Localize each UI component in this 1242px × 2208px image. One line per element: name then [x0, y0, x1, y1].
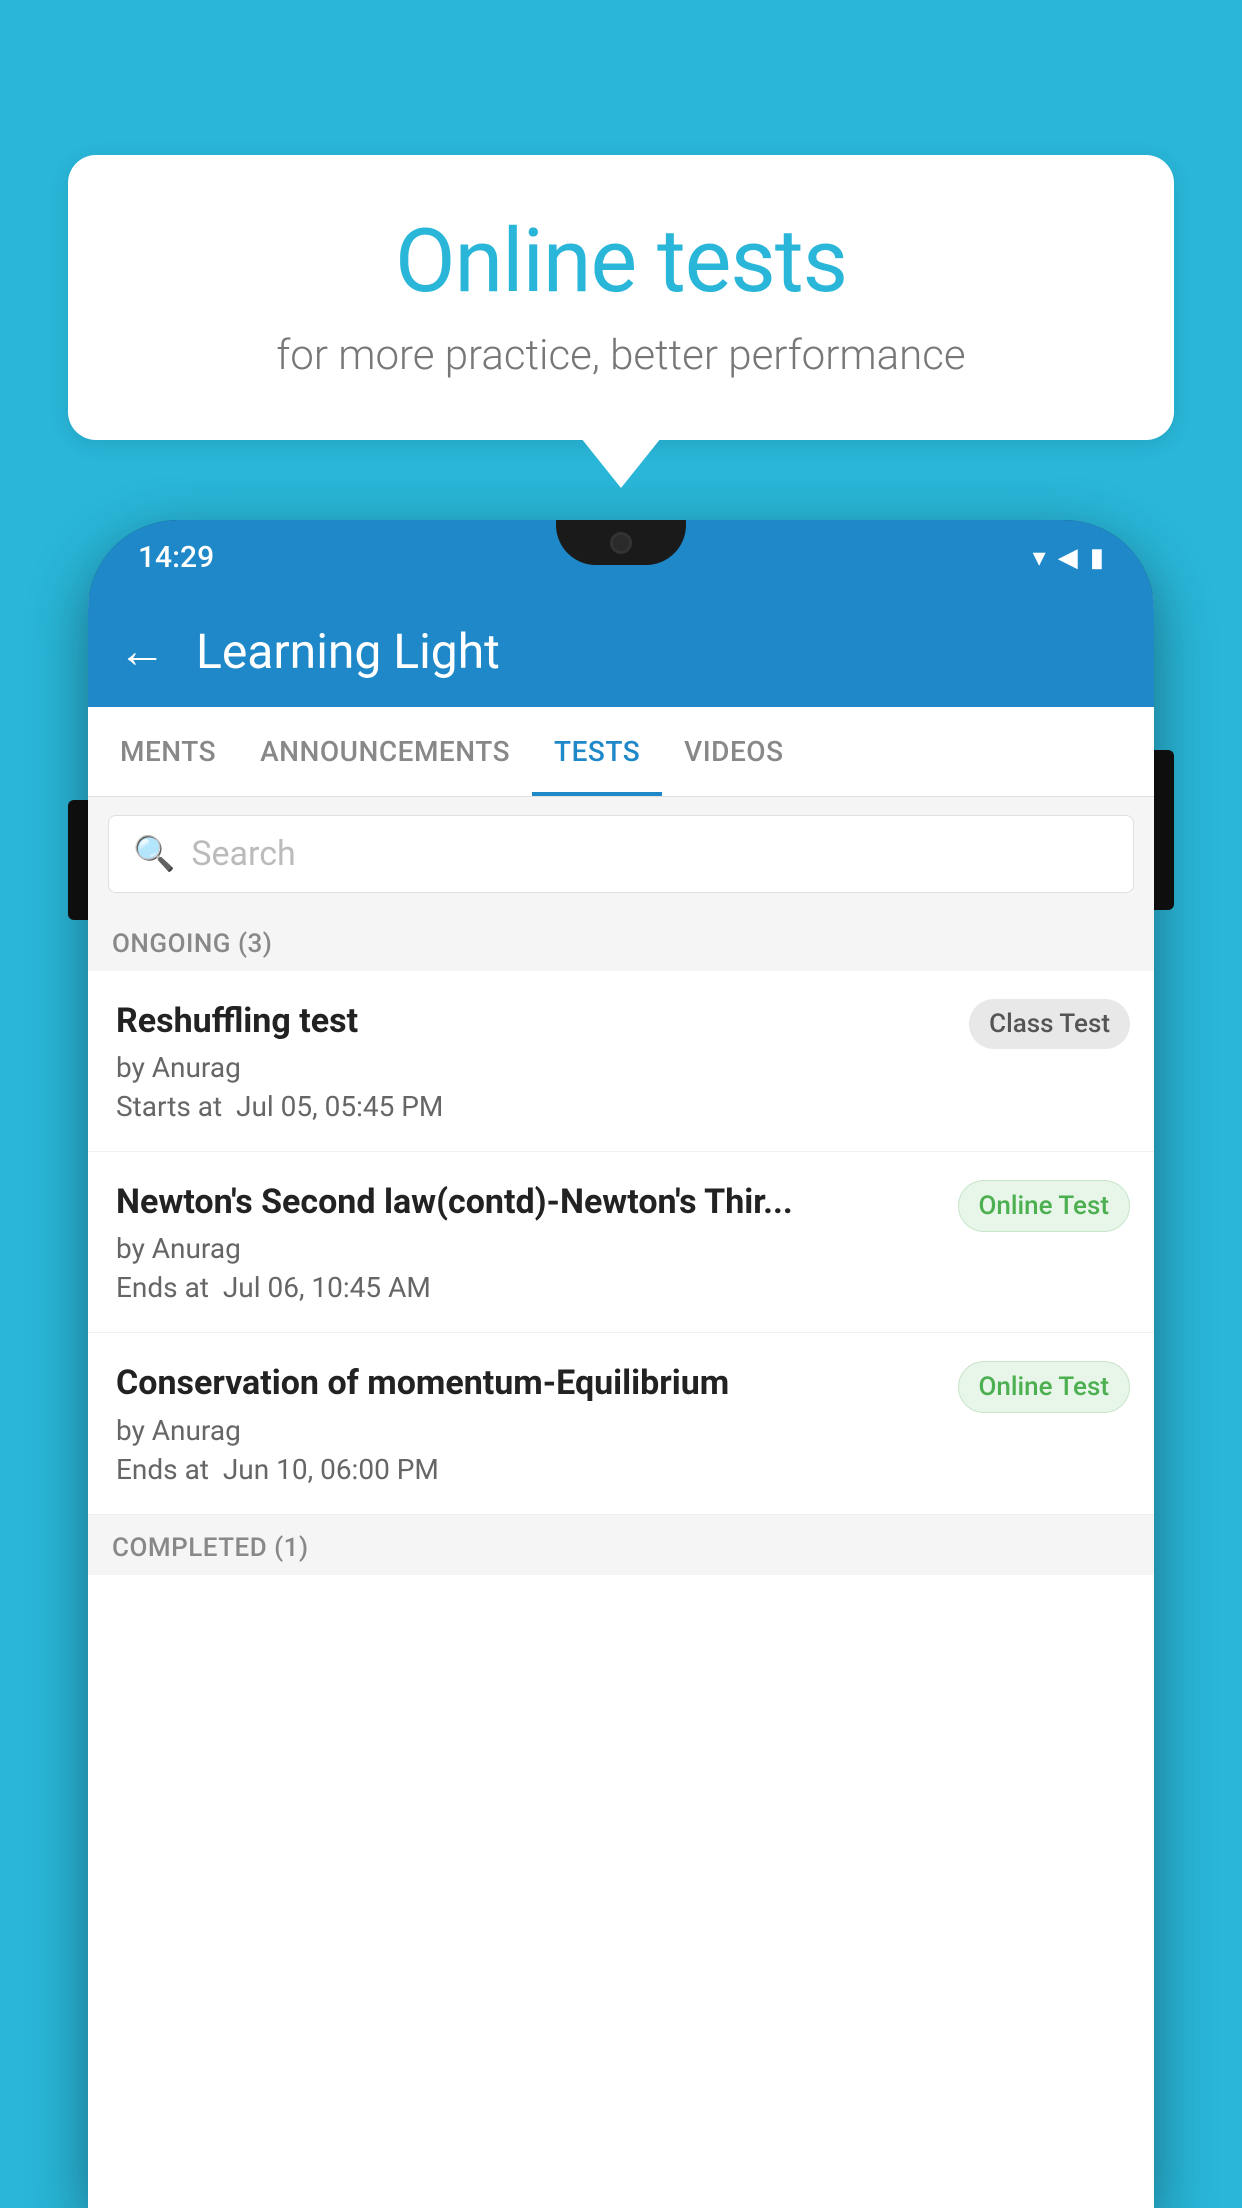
test-badge-3: Online Test: [958, 1361, 1131, 1413]
status-icons: ▾ ◀ ▮: [1033, 543, 1104, 573]
tabs-bar: MENTS ANNOUNCEMENTS TESTS VIDEOS: [88, 707, 1154, 797]
test-name-3: Conservation of momentum-Equilibrium: [116, 1361, 938, 1405]
notch-camera: [610, 532, 632, 554]
test-badge-1: Class Test: [969, 999, 1130, 1049]
test-author-2: by Anurag: [116, 1232, 938, 1265]
status-time: 14:29: [138, 540, 214, 575]
app-title: Learning Light: [196, 623, 500, 680]
speech-bubble-container: Online tests for more practice, better p…: [68, 155, 1174, 440]
test-item-2[interactable]: Newton's Second law(contd)-Newton's Thir…: [88, 1152, 1154, 1333]
test-date-3: Ends at Jun 10, 06:00 PM: [116, 1453, 938, 1486]
bubble-subtitle: for more practice, better performance: [128, 331, 1114, 380]
signal-icon: ◀: [1058, 543, 1078, 573]
test-name-2: Newton's Second law(contd)-Newton's Thir…: [116, 1180, 938, 1224]
tab-announcements[interactable]: ANNOUNCEMENTS: [238, 707, 532, 796]
search-icon: 🔍: [133, 834, 175, 874]
search-placeholder-text: Search: [191, 834, 295, 874]
phone-side-right: [1152, 750, 1174, 910]
search-bar-container: 🔍 Search: [88, 797, 1154, 911]
test-date-2: Ends at Jul 06, 10:45 AM: [116, 1271, 938, 1304]
completed-section-label: COMPLETED (1): [88, 1515, 1154, 1575]
phone-side-left: [68, 800, 90, 920]
test-author-1: by Anurag: [116, 1051, 949, 1084]
test-badge-2: Online Test: [958, 1180, 1131, 1232]
test-list: Reshuffling test by Anurag Starts at Jul…: [88, 971, 1154, 1515]
test-name-1: Reshuffling test: [116, 999, 949, 1043]
tab-tests[interactable]: TESTS: [532, 707, 662, 796]
bubble-title: Online tests: [128, 210, 1114, 313]
test-info-2: Newton's Second law(contd)-Newton's Thir…: [116, 1180, 958, 1304]
wifi-icon: ▾: [1033, 543, 1046, 573]
test-item-1[interactable]: Reshuffling test by Anurag Starts at Jul…: [88, 971, 1154, 1152]
tab-videos[interactable]: VIDEOS: [662, 707, 805, 796]
app-content: ← Learning Light MENTS ANNOUNCEMENTS TES…: [88, 595, 1154, 2208]
test-info-1: Reshuffling test by Anurag Starts at Jul…: [116, 999, 969, 1123]
battery-icon: ▮: [1090, 543, 1104, 573]
status-bar: 14:29 ▾ ◀ ▮: [88, 520, 1154, 595]
phone-notch: [556, 520, 686, 565]
test-date-1: Starts at Jul 05, 05:45 PM: [116, 1090, 949, 1123]
tab-ments[interactable]: MENTS: [98, 707, 238, 796]
speech-bubble: Online tests for more practice, better p…: [68, 155, 1174, 440]
ongoing-section-label: ONGOING (3): [88, 911, 1154, 971]
test-item-3[interactable]: Conservation of momentum-Equilibrium by …: [88, 1333, 1154, 1514]
test-info-3: Conservation of momentum-Equilibrium by …: [116, 1361, 958, 1485]
test-author-3: by Anurag: [116, 1414, 938, 1447]
phone-frame: 14:29 ▾ ◀ ▮ ← Learning Light MENTS ANNOU…: [88, 520, 1154, 2208]
back-button[interactable]: ←: [118, 627, 166, 675]
app-header: ← Learning Light: [88, 595, 1154, 707]
search-bar[interactable]: 🔍 Search: [108, 815, 1134, 893]
